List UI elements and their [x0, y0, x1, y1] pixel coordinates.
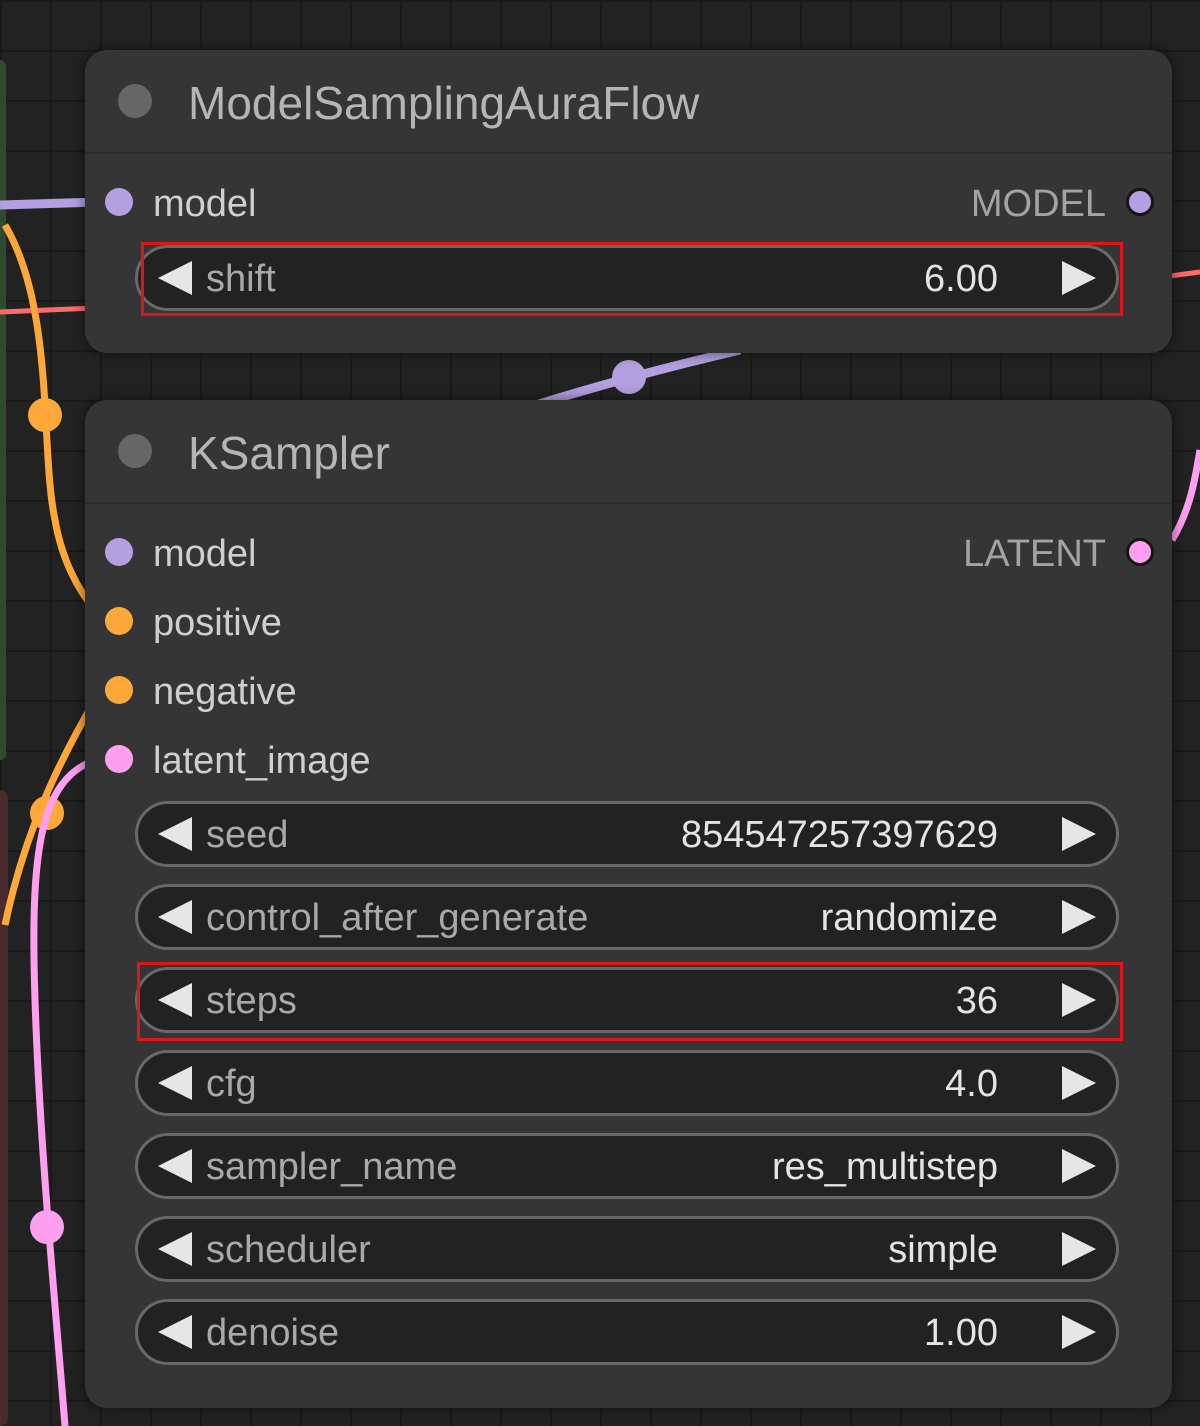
- collapse-toggle-icon[interactable]: [118, 84, 152, 118]
- input-slot-latent-image[interactable]: [105, 745, 133, 773]
- widget-control-after-generate[interactable]: control_after_generate randomize: [135, 884, 1119, 950]
- widget-value[interactable]: randomize: [821, 897, 998, 940]
- widget-cfg[interactable]: cfg 4.0: [135, 1050, 1119, 1116]
- output-label-latent: LATENT: [963, 533, 1106, 575]
- output-slot-latent[interactable]: [1126, 538, 1154, 566]
- widget-label: seed: [206, 814, 289, 856]
- decrement-arrow-icon[interactable]: [158, 900, 192, 934]
- increment-arrow-icon[interactable]: [1062, 1149, 1096, 1183]
- node-header[interactable]: KSampler: [85, 400, 1172, 504]
- decrement-arrow-icon[interactable]: [158, 983, 192, 1017]
- widget-scheduler[interactable]: scheduler simple: [135, 1216, 1119, 1282]
- clip-wire: [0, 305, 96, 315]
- widget-label: shift: [206, 258, 276, 300]
- widget-value[interactable]: 1.00: [924, 1312, 998, 1355]
- widget-value[interactable]: 6.00: [924, 258, 998, 301]
- widget-seed[interactable]: seed 854547257397629: [135, 801, 1119, 867]
- widget-label: cfg: [206, 1063, 257, 1105]
- increment-arrow-icon[interactable]: [1062, 900, 1096, 934]
- decrement-arrow-icon[interactable]: [158, 1066, 192, 1100]
- input-slot-model[interactable]: [105, 188, 133, 216]
- output-label-model: MODEL: [970, 183, 1106, 225]
- increment-arrow-icon[interactable]: [1062, 261, 1096, 295]
- widget-label: scheduler: [206, 1229, 371, 1271]
- reroute-dot[interactable]: [30, 1210, 64, 1244]
- widget-value[interactable]: 4.0: [945, 1063, 998, 1106]
- increment-arrow-icon[interactable]: [1062, 1315, 1096, 1349]
- widget-value[interactable]: 36: [956, 980, 998, 1023]
- widget-value[interactable]: 854547257397629: [681, 814, 998, 857]
- node-title: ModelSamplingAuraFlow: [188, 77, 700, 129]
- input-label-model: model: [153, 183, 257, 225]
- widget-label: control_after_generate: [206, 897, 589, 939]
- node-title: KSampler: [188, 427, 390, 479]
- increment-arrow-icon[interactable]: [1062, 817, 1096, 851]
- input-slot-positive[interactable]: [105, 607, 133, 635]
- decrement-arrow-icon[interactable]: [158, 1149, 192, 1183]
- input-label-latent-image: latent_image: [153, 740, 371, 782]
- widget-label: steps: [206, 980, 297, 1022]
- widget-value[interactable]: res_multistep: [772, 1146, 998, 1189]
- decrement-arrow-icon[interactable]: [158, 261, 192, 295]
- decrement-arrow-icon[interactable]: [158, 1232, 192, 1266]
- decrement-arrow-icon[interactable]: [158, 1315, 192, 1349]
- reroute-dot[interactable]: [28, 398, 62, 432]
- widget-label: sampler_name: [206, 1146, 458, 1188]
- increment-arrow-icon[interactable]: [1062, 1232, 1096, 1266]
- node-header[interactable]: ModelSamplingAuraFlow: [85, 50, 1172, 154]
- decrement-arrow-icon[interactable]: [158, 817, 192, 851]
- increment-arrow-icon[interactable]: [1062, 983, 1096, 1017]
- widget-value[interactable]: simple: [888, 1229, 998, 1272]
- latent-wire: [1168, 449, 1200, 542]
- input-label-positive: positive: [153, 602, 282, 644]
- collapse-toggle-icon[interactable]: [118, 434, 152, 468]
- widget-shift[interactable]: shift 6.00: [135, 245, 1119, 311]
- node-ksampler[interactable]: KSampler model LATENT positive negative …: [85, 400, 1172, 1408]
- node-model-sampling-auraflow[interactable]: ModelSamplingAuraFlow model MODEL shift …: [85, 50, 1172, 353]
- widget-sampler-name[interactable]: sampler_name res_multistep: [135, 1133, 1119, 1199]
- clip-wire: [1169, 269, 1200, 279]
- reroute-dot[interactable]: [612, 360, 646, 394]
- output-slot-model[interactable]: [1126, 188, 1154, 216]
- input-label-negative: negative: [153, 671, 297, 713]
- input-slot-model[interactable]: [105, 538, 133, 566]
- increment-arrow-icon[interactable]: [1062, 1066, 1096, 1100]
- widget-label: denoise: [206, 1312, 340, 1354]
- input-slot-negative[interactable]: [105, 676, 133, 704]
- widget-denoise[interactable]: denoise 1.00: [135, 1299, 1119, 1365]
- widget-steps[interactable]: steps 36: [135, 967, 1119, 1033]
- input-label-model: model: [153, 533, 257, 575]
